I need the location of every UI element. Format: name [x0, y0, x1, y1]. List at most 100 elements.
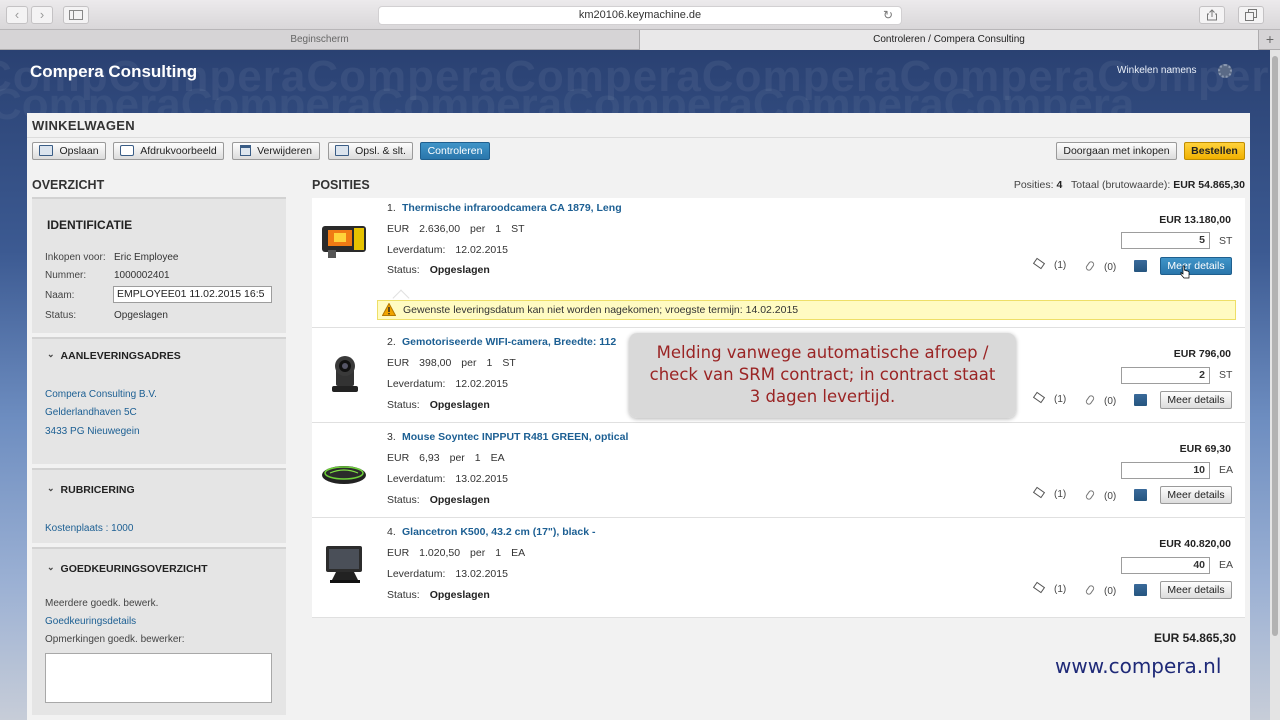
attachments-button[interactable]: (0)	[1084, 584, 1117, 597]
item-status-label: Status:	[387, 399, 420, 411]
classification-section: ⌄ RUBRICERING Kostenplaats : 1000	[32, 468, 286, 543]
quantity-unit: ST	[1219, 235, 1233, 247]
position-number: 1.	[387, 202, 396, 214]
more-details-button[interactable]: Meer details	[1160, 581, 1232, 599]
delivery-line: Leverdatum: 13.02.2015	[387, 568, 508, 580]
sidebar-icon[interactable]	[63, 6, 89, 24]
tabs-overview-icon[interactable]	[1238, 6, 1264, 24]
print-preview-button[interactable]: Afdrukvoorbeeld	[113, 142, 224, 160]
continue-shopping-button[interactable]: Doorgaan met inkopen	[1056, 142, 1177, 160]
paperclip-icon	[1084, 489, 1096, 501]
notes-button[interactable]: (1)	[1032, 257, 1067, 271]
quantity-input[interactable]: 2	[1121, 367, 1210, 384]
paperclip-icon	[1084, 394, 1096, 406]
forward-icon[interactable]: ›	[31, 6, 53, 24]
identification-section: IDENTIFICATIE Inkopen voor: Eric Employe…	[32, 197, 286, 333]
more-details-button[interactable]: Meer details	[1160, 486, 1232, 504]
save-button[interactable]: Opslaan	[32, 142, 106, 160]
price-value: 6,93	[419, 452, 440, 464]
mouse-image	[322, 466, 366, 484]
delete-item-button[interactable]	[1134, 584, 1147, 599]
address-bar[interactable]: km20106.keymachine.de ↻	[378, 6, 902, 25]
classification-header[interactable]: ⌄ RUBRICERING	[47, 483, 135, 496]
price-line: EUR 1.020,50 per 1 EA	[387, 547, 525, 559]
page-scrollbar[interactable]	[1270, 50, 1280, 720]
position-number: 4.	[387, 526, 396, 538]
delivery-address-header[interactable]: ⌄ AANLEVERINGSADRES	[47, 349, 181, 362]
share-icon[interactable]	[1199, 6, 1225, 24]
notes-count: (1)	[1054, 260, 1067, 271]
cart-title: WINKELWAGEN	[32, 118, 135, 133]
notes-button[interactable]: (1)	[1032, 581, 1066, 595]
scrollbar-thumb[interactable]	[1272, 56, 1278, 636]
notes-button[interactable]: (1)	[1032, 486, 1066, 500]
price-currency: EUR	[387, 547, 410, 559]
delivery-label: Leverdatum:	[387, 378, 446, 390]
callout-line3: 3 dagen levertijd.	[749, 387, 896, 406]
save-close-button[interactable]: Opsl. & slt.	[328, 142, 413, 160]
positions-count: 4	[1056, 179, 1063, 191]
check-button[interactable]: Controleren	[420, 142, 490, 160]
delete-item-button[interactable]	[1134, 394, 1147, 409]
name-field[interactable]: EMPLOYEE01 11.02.2015 16:5	[113, 286, 272, 303]
status-label: Status:	[45, 310, 77, 321]
tab-controleren[interactable]: Controleren / Compera Consulting	[639, 30, 1259, 50]
delete-item-button[interactable]	[1134, 489, 1147, 504]
address-line3[interactable]: 3433 PG Nieuwegein	[45, 426, 140, 437]
product-name-link[interactable]: Gemotoriseerde WIFI-camera, Breedte: 112	[402, 336, 616, 348]
item-status-value: Opgeslagen	[429, 494, 490, 506]
notes-button[interactable]: (1)	[1032, 391, 1066, 405]
price-currency: EUR	[387, 452, 410, 464]
tag-icon	[1032, 486, 1046, 499]
delivery-date: 13.02.2015	[455, 568, 508, 580]
tab-beginscherm[interactable]: Beginscherm	[0, 30, 639, 50]
price-per-qty: 1	[495, 223, 502, 235]
product-name-link[interactable]: Glancetron K500, 43.2 cm (17"), black -	[402, 526, 595, 538]
positions-title: POSITIES	[312, 178, 370, 192]
quantity-input[interactable]: 10	[1121, 462, 1210, 479]
item-status-value: Opgeslagen	[429, 399, 490, 411]
delivery-line: Leverdatum: 13.02.2015	[387, 473, 508, 485]
product-name-link[interactable]: Thermische infraroodcamera CA 1879, Leng	[402, 202, 622, 214]
delete-button[interactable]: Verwijderen	[232, 142, 320, 160]
position-number: 3.	[387, 431, 396, 443]
status-value: Opgeslagen	[114, 310, 168, 321]
more-details-button[interactable]: Meer details	[1160, 257, 1232, 275]
new-tab-icon[interactable]: +	[1266, 31, 1274, 47]
delivery-date: 12.02.2015	[455, 378, 508, 390]
quantity-unit: ST	[1219, 369, 1233, 381]
grand-total: EUR 54.865,30	[1153, 631, 1236, 645]
trash-icon	[1134, 394, 1147, 406]
print-icon	[120, 144, 135, 156]
item-total: EUR 796,00	[1173, 348, 1231, 360]
product-name-link[interactable]: Mouse Soyntec INPPUT R481 GREEN, optical	[402, 431, 628, 443]
more-details-button[interactable]: Meer details	[1160, 391, 1232, 409]
name-label: Naam:	[45, 290, 75, 301]
settings-gear-icon[interactable]	[1218, 64, 1232, 78]
order-button[interactable]: Bestellen	[1184, 142, 1245, 160]
address-line1[interactable]: Compera Consulting B.V.	[45, 389, 157, 400]
quantity-input[interactable]: 5	[1121, 232, 1210, 249]
price-per-qty: 1	[486, 357, 493, 369]
approval-remarks-field[interactable]	[45, 653, 272, 703]
attachments-button[interactable]: (0)	[1084, 489, 1116, 502]
approval-details-link[interactable]: Goedkeuringsdetails	[45, 616, 136, 627]
cost-center-link[interactable]: Kostenplaats : 1000	[45, 523, 133, 534]
price-value: 1.020,50	[419, 547, 461, 559]
address-line2[interactable]: Gelderlandhaven 5C	[45, 407, 137, 418]
price-per: per	[470, 547, 486, 559]
attachments-button[interactable]: (0)	[1084, 394, 1116, 407]
classification-title: RUBRICERING	[60, 484, 135, 496]
attachments-button[interactable]: (0)	[1084, 260, 1116, 273]
trash-icon	[1134, 489, 1147, 501]
price-value: 2.636,00	[419, 223, 461, 235]
back-icon[interactable]: ‹	[6, 6, 28, 24]
reload-icon[interactable]: ↻	[883, 7, 893, 24]
annotation-callout: Melding vanwege automatische afroep / ch…	[629, 333, 1016, 418]
position-row: 4. Glancetron K500, 43.2 cm (17"), black…	[312, 518, 1245, 618]
delete-item-button[interactable]	[1134, 260, 1147, 275]
shop-for-link[interactable]: Winkelen namens	[1117, 65, 1196, 76]
approval-header[interactable]: ⌄ GOEDKEURINGSOVERZICHT	[47, 562, 208, 575]
attachments-count: (0)	[1104, 586, 1117, 597]
quantity-input[interactable]: 40	[1121, 557, 1210, 574]
